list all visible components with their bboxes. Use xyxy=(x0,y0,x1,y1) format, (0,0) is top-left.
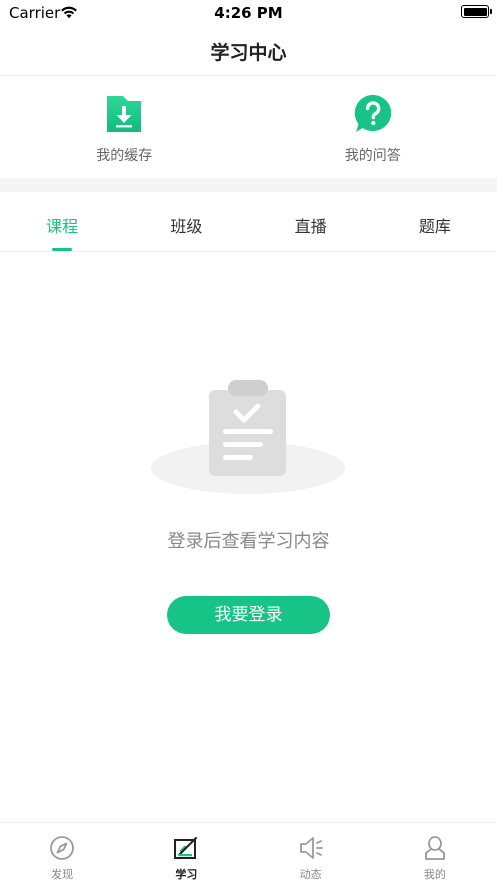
section-divider xyxy=(0,178,497,192)
bottom-tab-label: 学习 xyxy=(175,868,198,881)
bottom-tab-activity[interactable]: 动态 xyxy=(249,823,373,883)
battery-icon xyxy=(461,5,492,18)
navigation-bar: 学习中心 xyxy=(0,26,497,76)
status-bar: Carrier 4:26 PM xyxy=(0,0,497,26)
bottom-tab-study[interactable]: 学习 xyxy=(124,823,248,883)
tab-courses[interactable]: 课程 xyxy=(0,192,124,251)
person-icon xyxy=(422,835,448,861)
quick-links: 我的缓存 我的问答 xyxy=(0,77,497,178)
compass-icon xyxy=(49,835,75,861)
tab-classes[interactable]: 班级 xyxy=(124,192,248,251)
tab-live[interactable]: 直播 xyxy=(249,192,373,251)
question-bubble-icon xyxy=(353,94,393,134)
login-button[interactable]: 我要登录 xyxy=(167,596,330,634)
study-edit-icon xyxy=(173,835,199,861)
clipboard-check-icon xyxy=(148,376,348,498)
tab-question-bank[interactable]: 题库 xyxy=(373,192,497,251)
my-cache-label: 我的缓存 xyxy=(96,148,153,164)
empty-state-message: 登录后查看学习内容 xyxy=(167,531,330,552)
my-cache-button[interactable]: 我的缓存 xyxy=(0,77,249,178)
bottom-tab-bar: 发现 学习 动态 我的 xyxy=(0,822,497,883)
download-folder-icon xyxy=(104,94,144,134)
bottom-tab-discover[interactable]: 发现 xyxy=(0,823,124,883)
bottom-tab-label: 动态 xyxy=(299,868,322,881)
bottom-tab-label: 发现 xyxy=(51,868,74,881)
bottom-tab-label: 我的 xyxy=(423,868,446,881)
page-title: 学习中心 xyxy=(210,42,287,64)
content-tabs: 课程 班级 直播 题库 xyxy=(0,192,497,252)
my-qa-button[interactable]: 我的问答 xyxy=(249,77,497,178)
my-qa-label: 我的问答 xyxy=(344,148,401,164)
speaker-icon xyxy=(298,835,324,861)
bottom-tab-mine[interactable]: 我的 xyxy=(373,823,497,883)
clock: 4:26 PM xyxy=(214,4,283,22)
